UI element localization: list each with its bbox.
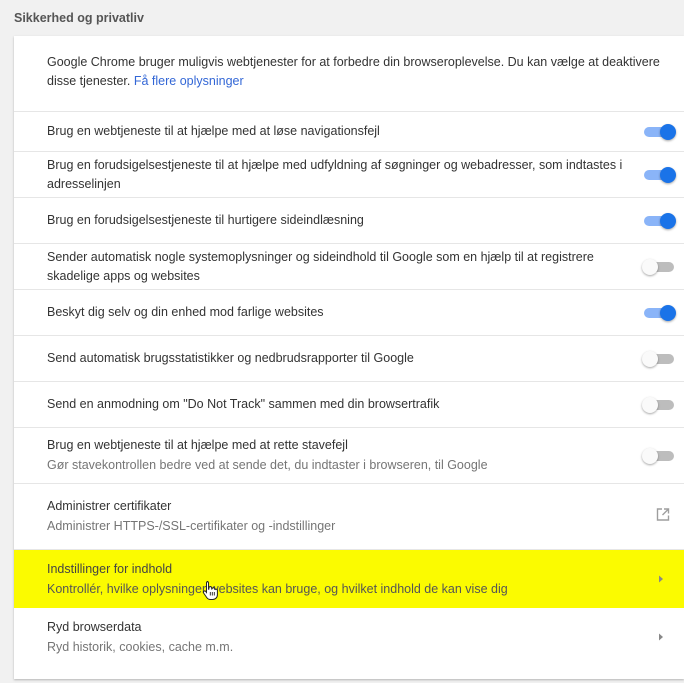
arrow-right-icon[interactable] bbox=[658, 628, 664, 646]
external-link-icon[interactable] bbox=[656, 507, 670, 526]
setting-sublabel: Ryd historik, cookies, cache m.m. bbox=[47, 639, 234, 654]
setting-label: Send en anmodning om "Do Not Track" samm… bbox=[47, 397, 440, 411]
setting-sublabel: Gør stavekontrollen bedre ved at sende d… bbox=[47, 458, 488, 472]
setting-label: Send automatisk brugsstatistikker og ned… bbox=[47, 351, 414, 365]
setting-label: Brug en forudsigelsestjeneste til hurtig… bbox=[47, 213, 364, 227]
search-prediction-toggle[interactable] bbox=[642, 166, 676, 183]
setting-spelling-service[interactable]: Brug en webtjeneste til at hjælpe med at… bbox=[14, 428, 684, 484]
arrow-right-icon[interactable] bbox=[658, 570, 664, 588]
privacy-settings-card: Google Chrome bruger muligvis webtjenest… bbox=[14, 36, 684, 679]
page-preload-toggle[interactable] bbox=[642, 212, 676, 229]
setting-label: Beskyt dig selv og din enhed mod farlige… bbox=[47, 305, 324, 319]
spelling-service-toggle[interactable] bbox=[642, 447, 676, 464]
setting-search-prediction[interactable]: Brug en forudsigelsestjeneste til at hjæ… bbox=[14, 152, 684, 198]
safe-browsing-reports-toggle[interactable] bbox=[642, 258, 676, 275]
section-title: Sikkerhed og privatliv bbox=[14, 11, 144, 25]
learn-more-link[interactable]: Få flere oplysninger bbox=[134, 74, 244, 88]
clear-browsing-data-row[interactable]: Ryd browserdata Ryd historik, cookies, c… bbox=[14, 608, 684, 666]
safe-browsing-toggle[interactable] bbox=[642, 304, 676, 321]
setting-do-not-track[interactable]: Send en anmodning om "Do Not Track" samm… bbox=[14, 382, 684, 428]
setting-page-preload[interactable]: Brug en forudsigelsestjeneste til hurtig… bbox=[14, 198, 684, 244]
do-not-track-toggle[interactable] bbox=[642, 396, 676, 413]
navigation-errors-toggle[interactable] bbox=[642, 123, 676, 140]
manage-certificates-row[interactable]: Administrer certifikater Administrer HTT… bbox=[14, 484, 684, 550]
setting-label: Sender automatisk nogle systemoplysninge… bbox=[47, 249, 594, 283]
content-settings-row[interactable]: Indstillinger for indhold Kontrollér, hv… bbox=[14, 550, 684, 608]
usage-statistics-toggle[interactable] bbox=[642, 350, 676, 367]
setting-label: Ryd browserdata bbox=[47, 619, 142, 634]
setting-safe-browsing-reports[interactable]: Sender automatisk nogle systemoplysninge… bbox=[14, 244, 684, 290]
intro-text: Google Chrome bruger muligvis webtjenest… bbox=[14, 36, 684, 112]
setting-safe-browsing[interactable]: Beskyt dig selv og din enhed mod farlige… bbox=[14, 290, 684, 336]
setting-label: Indstillinger for indhold bbox=[47, 561, 173, 576]
hand-cursor-icon bbox=[202, 580, 218, 605]
setting-label: Brug en webtjeneste til at hjælpe med at… bbox=[47, 438, 348, 452]
setting-sublabel: Kontrollér, hvilke oplysninger websites … bbox=[47, 581, 508, 596]
setting-label: Administrer certifikater bbox=[47, 499, 172, 513]
setting-navigation-errors[interactable]: Brug en webtjeneste til at hjælpe med at… bbox=[14, 112, 684, 152]
setting-usage-statistics[interactable]: Send automatisk brugsstatistikker og ned… bbox=[14, 336, 684, 382]
setting-label: Brug en forudsigelsestjeneste til at hjæ… bbox=[47, 157, 623, 191]
setting-label: Brug en webtjeneste til at hjælpe med at… bbox=[47, 124, 380, 138]
setting-sublabel: Administrer HTTPS-/SSL-certifikater og -… bbox=[47, 519, 336, 533]
